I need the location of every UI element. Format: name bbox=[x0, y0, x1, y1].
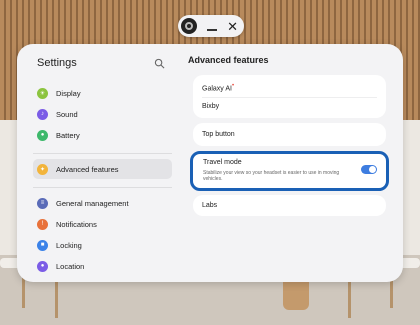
sidebar-title: Settings bbox=[37, 57, 77, 69]
ai-card: Galaxy AI• Bixby bbox=[193, 75, 386, 118]
sidebar-item-label: General management bbox=[56, 198, 129, 208]
sidebar-item-general-management[interactable]: ≡ General management bbox=[33, 193, 172, 213]
general-management-icon: ≡ bbox=[37, 197, 48, 209]
travel-mode-toggle[interactable] bbox=[361, 165, 377, 174]
sidebar-item-label: Battery bbox=[56, 130, 80, 140]
search-icon[interactable] bbox=[154, 58, 165, 69]
labs-label: Labs bbox=[202, 202, 218, 209]
sidebar-item-display[interactable]: ☀ Display bbox=[33, 83, 172, 103]
sidebar-item-label: Display bbox=[56, 88, 81, 98]
sidebar-item-label: Location bbox=[56, 261, 85, 271]
sidebar-item-label: Notifications bbox=[56, 219, 97, 229]
sidebar-item-sound[interactable]: ♪ Sound bbox=[33, 104, 172, 124]
location-icon: ● bbox=[37, 260, 48, 272]
settings-panel: Settings ☀ Display ♪ Sound ● Battery ✦ A… bbox=[17, 44, 403, 282]
sidebar-item-label: Sound bbox=[56, 109, 78, 119]
window-control-bar: ✕ bbox=[178, 15, 244, 37]
galaxy-ai-label: Galaxy AI bbox=[202, 85, 232, 93]
sidebar-divider bbox=[33, 153, 172, 154]
locking-icon: ■ bbox=[37, 239, 48, 251]
top-button-label: Top button bbox=[202, 131, 235, 138]
notifications-icon: ! bbox=[37, 218, 48, 230]
travel-mode-description: Stabilize your view so your headset is e… bbox=[203, 170, 340, 183]
top-button-card[interactable]: Top button bbox=[193, 123, 386, 146]
app-icon[interactable] bbox=[181, 18, 197, 34]
display-icon: ☀ bbox=[37, 87, 48, 99]
sidebar: Settings ☀ Display ♪ Sound ● Battery ✦ A… bbox=[17, 44, 180, 282]
new-badge: • bbox=[231, 83, 235, 89]
sound-icon: ♪ bbox=[37, 108, 48, 120]
page-title: Advanced features bbox=[188, 55, 269, 65]
bixby-item[interactable]: Bixby bbox=[202, 103, 219, 110]
labs-card[interactable]: Labs bbox=[193, 195, 386, 216]
sidebar-divider bbox=[33, 187, 172, 188]
sidebar-item-advanced-features[interactable]: ✦ Advanced features bbox=[33, 159, 172, 179]
advanced-features-icon: ✦ bbox=[37, 163, 48, 175]
sidebar-item-location[interactable]: ● Location bbox=[33, 256, 172, 276]
card-divider bbox=[202, 97, 377, 98]
travel-mode-card[interactable]: Travel mode Stabilize your view so your … bbox=[190, 151, 389, 191]
sidebar-item-label: Advanced features bbox=[56, 164, 119, 174]
sidebar-item-battery[interactable]: ● Battery bbox=[33, 125, 172, 145]
close-button[interactable]: ✕ bbox=[227, 20, 238, 33]
minimize-button[interactable] bbox=[207, 29, 218, 31]
sidebar-item-label: Locking bbox=[56, 240, 82, 250]
sidebar-item-locking[interactable]: ■ Locking bbox=[33, 235, 172, 255]
toggle-knob bbox=[369, 166, 376, 173]
galaxy-ai-item[interactable]: Galaxy AI• bbox=[202, 83, 234, 92]
content-pane: Advanced features Galaxy AI• Bixby Top b… bbox=[180, 44, 403, 282]
battery-icon: ● bbox=[37, 129, 48, 141]
sidebar-item-notifications[interactable]: ! Notifications bbox=[33, 214, 172, 234]
travel-mode-title: Travel mode bbox=[203, 159, 242, 166]
